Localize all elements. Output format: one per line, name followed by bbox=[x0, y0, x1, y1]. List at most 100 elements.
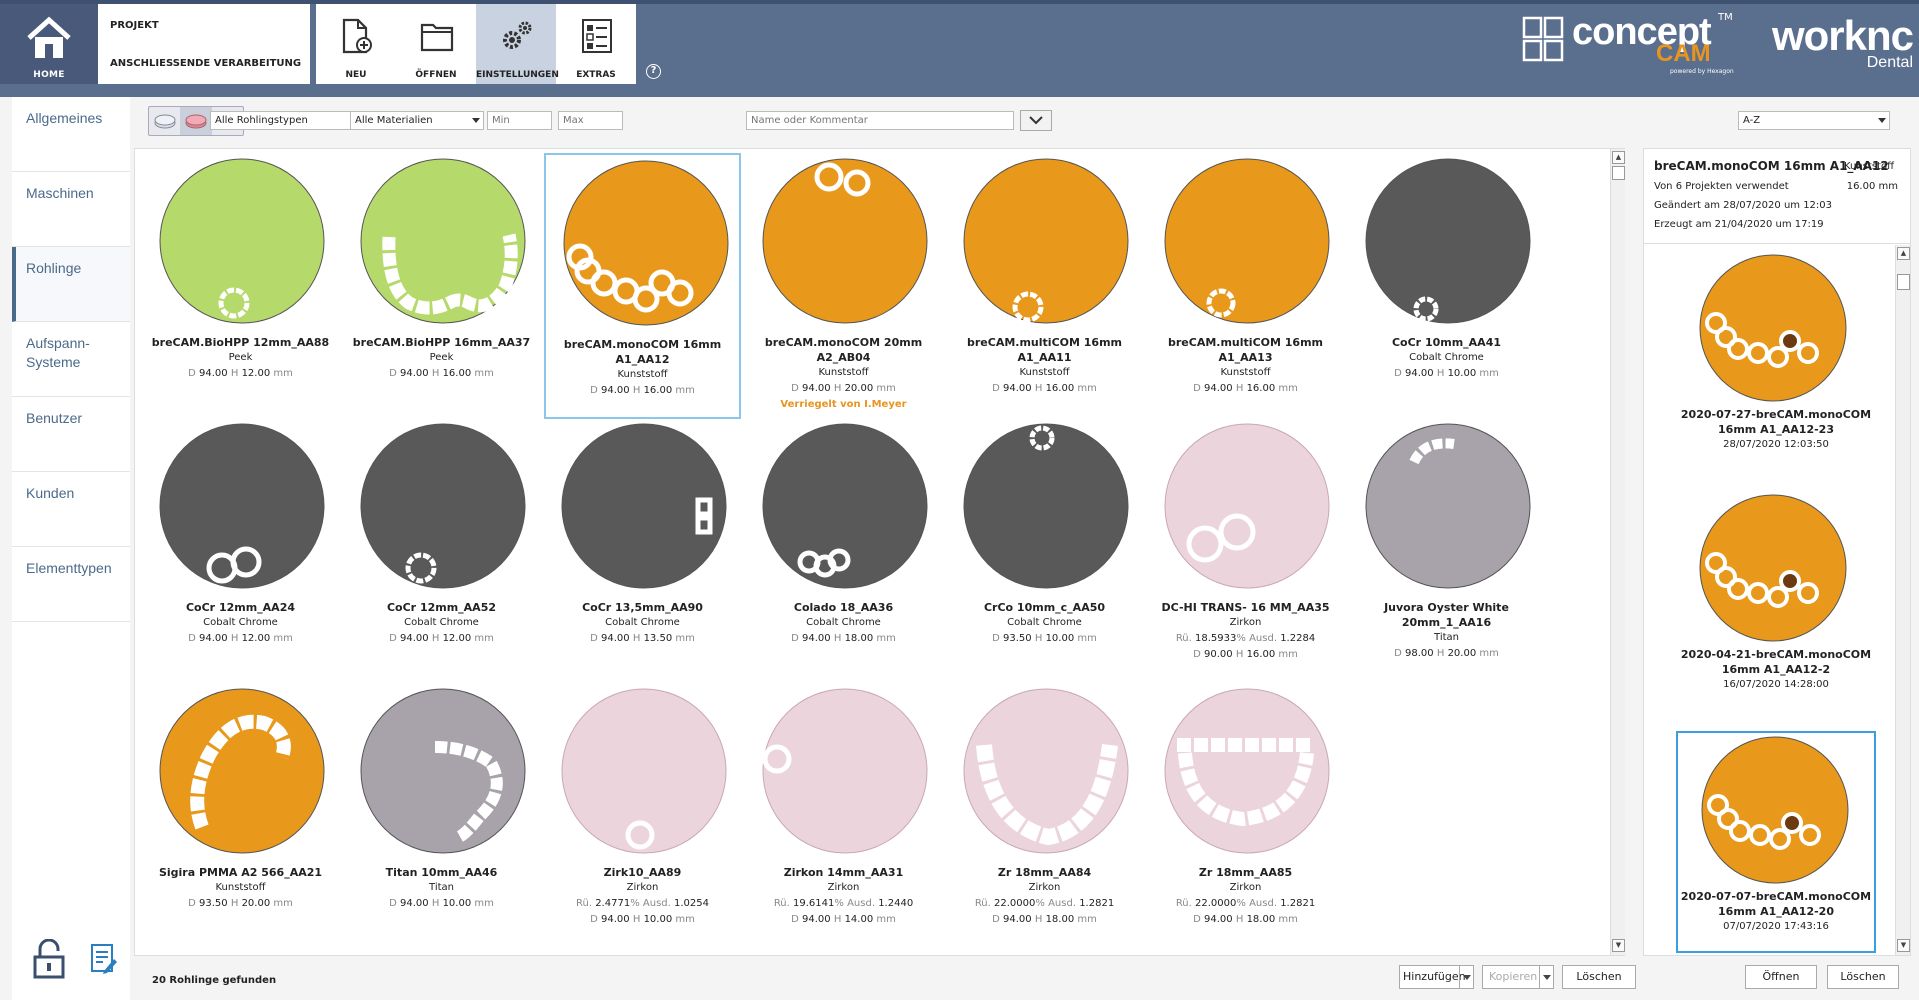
sidebar-item-kunden[interactable]: Kunden bbox=[12, 472, 130, 547]
sidebar-item-rohlinge[interactable]: Rohlinge bbox=[12, 247, 130, 322]
scroll-down-icon[interactable]: ▼ bbox=[1897, 939, 1910, 952]
delete-project-button[interactable]: Löschen bbox=[1827, 965, 1899, 989]
open-button[interactable]: ÖFFNEN bbox=[396, 4, 476, 84]
blank-material: Titan bbox=[1434, 632, 1459, 643]
expand-filters-button[interactable] bbox=[1020, 110, 1052, 131]
extras-button[interactable]: EXTRAS bbox=[556, 4, 636, 84]
notes-edit-icon[interactable] bbox=[90, 943, 118, 975]
project-disc-icon bbox=[1699, 494, 1847, 642]
home-button[interactable]: HOME bbox=[0, 4, 98, 84]
project-link[interactable]: PROJEKT bbox=[110, 20, 159, 31]
new-button[interactable]: NEU bbox=[316, 4, 396, 84]
blank-dimensions: D 94.00 H 12.00 mm bbox=[188, 633, 293, 644]
blank-name: breCAM.BioHPP 16mm_AA37 Peek D 94.00 H 16.… bbox=[343, 335, 540, 382]
project-scrollbar[interactable]: ▲ ▼ bbox=[1895, 245, 1910, 955]
colored-disc-view-button[interactable] bbox=[180, 107, 212, 135]
blank-name: Zirk10_AA89 Zirkon Rü. 2.4771% Ausd. 1.025… bbox=[544, 865, 741, 928]
blank-material: Kunststoff bbox=[818, 367, 869, 378]
blank-card[interactable]: Sigira PMMA A2 566_AA21 Kunststoff D 93.50… bbox=[142, 683, 339, 949]
help-icon[interactable]: ? bbox=[646, 64, 661, 79]
followup-processing-link[interactable]: ANSCHLIESSENDE VERARBEITUNG bbox=[110, 58, 301, 69]
scroll-thumb[interactable] bbox=[1897, 274, 1910, 290]
settings-button[interactable]: EINSTELLUNGEN bbox=[476, 4, 559, 84]
sidebar-item-aufspann[interactable]: Aufspann- Systeme bbox=[12, 322, 130, 397]
disc-view-button[interactable] bbox=[149, 107, 180, 135]
blank-dimensions: D 90.00 H 16.00 mm bbox=[1193, 649, 1298, 660]
blank-name: DC-HI TRANS- 16 MM_AA35 Zirkon Rü. 18.5933… bbox=[1147, 600, 1344, 663]
blank-disc-icon bbox=[1164, 423, 1330, 589]
blank-material: Zirkon bbox=[827, 882, 860, 893]
sidebar-item-elementtypen[interactable]: Elementtypen bbox=[12, 547, 130, 622]
blank-card[interactable]: CoCr 10mm_AA41 Cobalt Chrome D 94.00 H 10.… bbox=[1348, 153, 1545, 419]
blank-card[interactable]: CrCo 10mm_c_AA50 Cobalt Chrome D 93.50 H 1… bbox=[946, 418, 1143, 684]
blank-card[interactable]: breCAM.multiCOM 16mm A1_AA11 Kunststoff D … bbox=[946, 153, 1143, 419]
project-card[interactable]: 2020-04-21-breCAM.monoCOM 16mm A1_AA12-2… bbox=[1676, 491, 1876, 713]
blank-card[interactable]: Zr 18mm_AA84 Zirkon Rü. 22.0000% Ausd. 1.2… bbox=[946, 683, 1143, 949]
blank-card[interactable]: Titan 10mm_AA46 Titan D 94.00 H 10.00 mm bbox=[343, 683, 540, 949]
copy-label: Kopieren bbox=[1489, 970, 1538, 983]
open-project-button[interactable]: Öffnen bbox=[1745, 965, 1817, 989]
max-input[interactable] bbox=[558, 111, 623, 130]
new-label: NEU bbox=[345, 70, 367, 80]
blank-dimensions: D 94.00 H 12.00 mm bbox=[389, 633, 494, 644]
tool-group: NEU ÖFFNEN EINSTELLUNGEN EXTRAS bbox=[316, 4, 636, 84]
details-created: Erzeugt am 21/04/2020 um 17:19 bbox=[1654, 219, 1824, 230]
gears-icon bbox=[503, 21, 532, 49]
blank-card[interactable]: Zirk10_AA89 Zirkon Rü. 2.4771% Ausd. 1.025… bbox=[544, 683, 741, 949]
name-comment-search[interactable] bbox=[746, 111, 1014, 130]
blank-material: Kunststoff bbox=[617, 369, 668, 380]
blank-card[interactable]: CoCr 12mm_AA52 Cobalt Chrome D 94.00 H 12.… bbox=[343, 418, 540, 684]
sidebar-item-benutzer[interactable]: Benutzer bbox=[12, 397, 130, 472]
copy-dropdown-arrow[interactable] bbox=[1539, 966, 1553, 988]
material-select[interactable]: Alle Materialien bbox=[350, 111, 484, 130]
copy-button[interactable]: Kopieren bbox=[1482, 965, 1554, 989]
unlock-icon[interactable] bbox=[32, 939, 66, 979]
blank-card[interactable]: Zr 18mm_AA85 Zirkon Rü. 22.0000% Ausd. 1.2… bbox=[1147, 683, 1344, 949]
project-disc-icon bbox=[1699, 254, 1847, 402]
top-toolbar: HOME PROJEKT ANSCHLIESSENDE VERARBEITUNG… bbox=[0, 0, 1919, 97]
logo-cam-text: CAM bbox=[1656, 40, 1711, 67]
blank-card[interactable]: CoCr 12mm_AA24 Cobalt Chrome D 94.00 H 12.… bbox=[142, 418, 339, 684]
blank-card[interactable]: Colado 18_AA36 Cobalt Chrome D 94.00 H 18.… bbox=[745, 418, 942, 684]
scroll-up-icon[interactable]: ▲ bbox=[1897, 247, 1910, 260]
sidebar-item-allgemeines[interactable]: Allgemeines bbox=[12, 97, 130, 172]
blank-card[interactable]: breCAM.multiCOM 16mm A1_AA13 Kunststoff D … bbox=[1147, 153, 1344, 419]
scroll-thumb[interactable] bbox=[1612, 166, 1625, 180]
blank-card[interactable]: DC-HI TRANS- 16 MM_AA35 Zirkon Rü. 18.5933… bbox=[1147, 418, 1344, 684]
blank-name: breCAM.monoCOM 20mm A2_AB04 Kunststoff D 9… bbox=[745, 335, 942, 413]
blank-card[interactable]: Zirkon 14mm_AA31 Zirkon Rü. 19.6141% Ausd.… bbox=[745, 683, 942, 949]
blank-card[interactable]: Juvora Oyster White 20mm_1_AA16 Titan D 98… bbox=[1348, 418, 1545, 684]
project-card[interactable]: 2020-07-27-breCAM.monoCOM 16mm A1_AA12-2… bbox=[1676, 251, 1876, 473]
blank-card[interactable]: breCAM.monoCOM 20mm A2_AB04 Kunststoff D 9… bbox=[745, 153, 942, 419]
blank-dimensions: D 94.00 H 16.00 mm bbox=[992, 383, 1097, 394]
grid-scrollbar[interactable]: ▲ ▼ bbox=[1610, 149, 1625, 955]
blank-card[interactable]: breCAM.BioHPP 12mm_AA88 Peek D 94.00 H 12.… bbox=[142, 153, 339, 419]
add-button[interactable]: Hinzufügen bbox=[1399, 965, 1474, 989]
conceptcam-logo-mark-icon bbox=[1522, 16, 1564, 62]
material-value: Alle Materialien bbox=[355, 115, 433, 126]
blank-name: CrCo 10mm_c_AA50 Cobalt Chrome D 93.50 H 1… bbox=[946, 600, 1143, 647]
blank-disc-icon bbox=[762, 158, 928, 324]
delete-blank-button[interactable]: Löschen bbox=[1562, 965, 1636, 989]
blank-name: CoCr 12mm_AA24 Cobalt Chrome D 94.00 H 12.… bbox=[142, 600, 339, 647]
add-dropdown-arrow[interactable] bbox=[1459, 966, 1473, 988]
chevron-down-icon bbox=[1029, 116, 1043, 125]
delete-project-label: Löschen bbox=[1840, 970, 1886, 983]
scroll-down-icon[interactable]: ▼ bbox=[1612, 939, 1625, 952]
details-header: breCAM.monoCOM 16mm A1_AA12 Kunststoff 1… bbox=[1644, 149, 1910, 244]
sidebar-item-maschinen[interactable]: Maschinen bbox=[12, 172, 130, 247]
blank-disc-icon bbox=[360, 423, 526, 589]
extras-label: EXTRAS bbox=[576, 70, 616, 80]
blank-card[interactable]: breCAM.monoCOM 16mm A1_AA12 Kunststoff D 9… bbox=[544, 153, 741, 419]
sort-select[interactable]: A-Z bbox=[1738, 111, 1890, 130]
project-card[interactable]: 2020-07-07-breCAM.monoCOM 16mm A1_AA12-2… bbox=[1676, 731, 1876, 953]
blank-card[interactable]: CoCr 13,5mm_AA90 Cobalt Chrome D 94.00 H 1… bbox=[544, 418, 741, 684]
blank-name: Zirkon 14mm_AA31 Zirkon Rü. 19.6141% Ausd.… bbox=[745, 865, 942, 928]
blank-card[interactable]: breCAM.BioHPP 16mm_AA37 Peek D 94.00 H 16.… bbox=[343, 153, 540, 419]
min-input[interactable] bbox=[487, 111, 552, 130]
blank-shrinkage: Rü. 2.4771% Ausd. 1.0254 bbox=[575, 898, 709, 909]
blank-disc-icon bbox=[360, 688, 526, 854]
blank-name: Zr 18mm_AA85 Zirkon Rü. 22.0000% Ausd. 1.2… bbox=[1147, 865, 1344, 928]
scroll-up-icon[interactable]: ▲ bbox=[1612, 151, 1625, 164]
blank-material: Cobalt Chrome bbox=[404, 617, 479, 628]
